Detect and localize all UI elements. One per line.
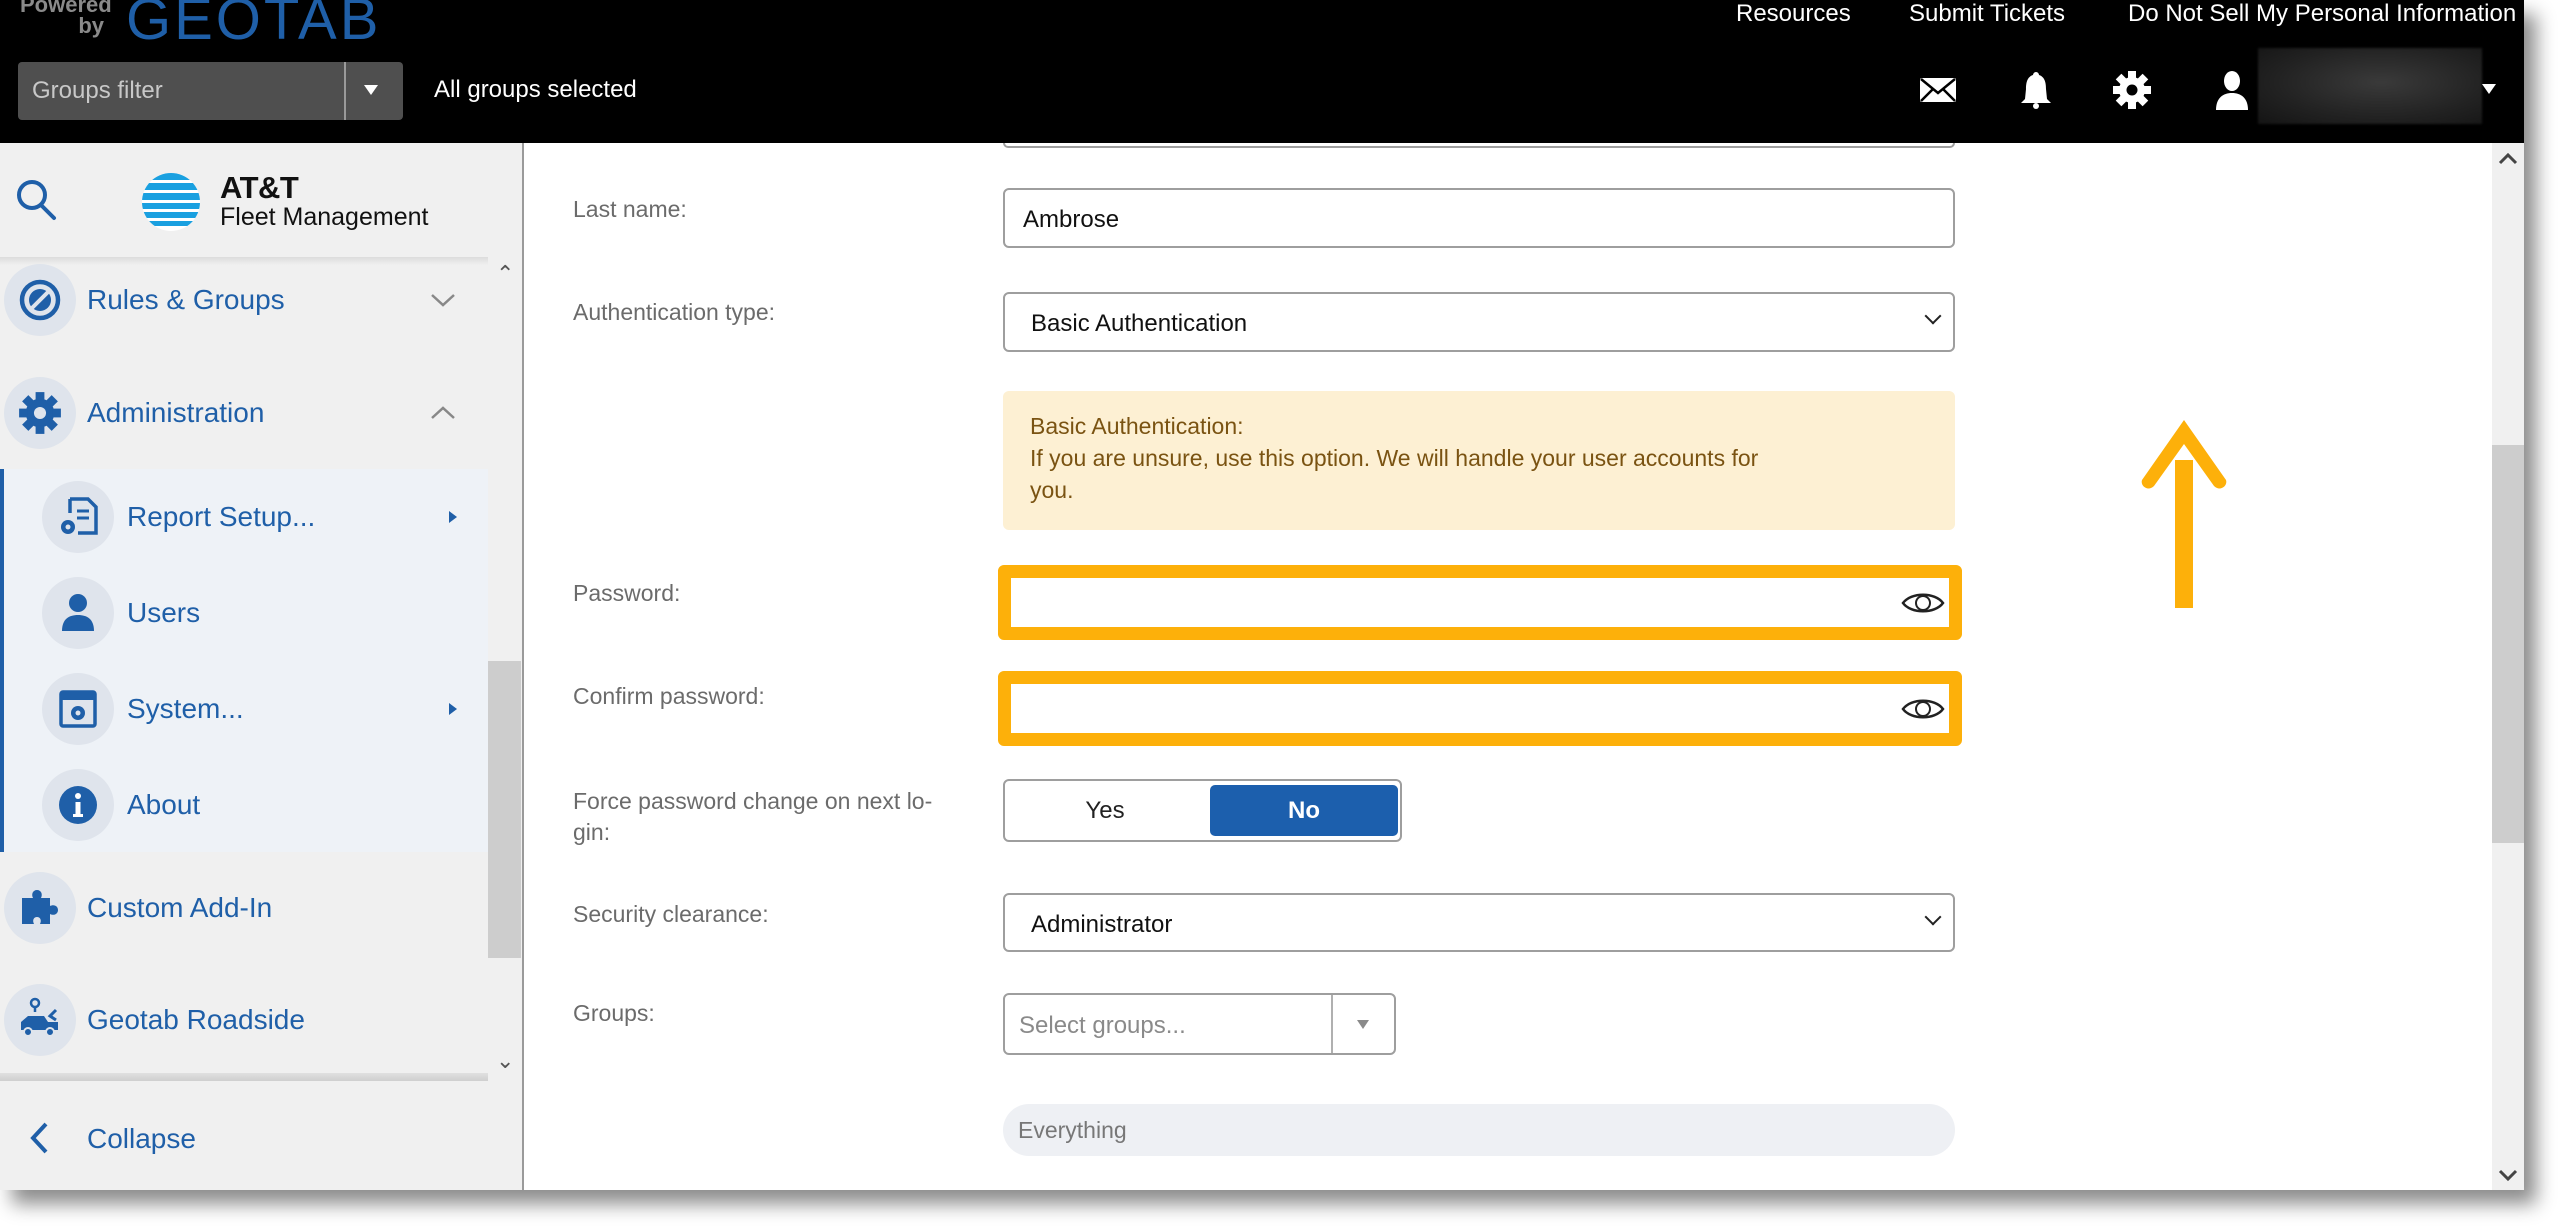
att-globe-logo xyxy=(142,173,200,231)
scroll-down-icon[interactable]: ⌄ xyxy=(496,1048,514,1074)
sidebar-item-label: Administration xyxy=(87,397,265,428)
groups-select-placeholder[interactable]: Select groups... xyxy=(1019,1012,1186,1040)
auth-type-value: Basic Authentication xyxy=(1031,310,1248,337)
user-icon[interactable] xyxy=(2212,70,2252,110)
geotab-logo: GEOTAB xyxy=(126,0,382,52)
sidebar-item-label: Rules & Groups xyxy=(87,284,285,315)
previous-field-edge[interactable] xyxy=(1003,143,1955,148)
submenu-arrow-icon xyxy=(449,703,457,715)
info-text-line2: you. xyxy=(1030,477,1074,503)
sidebar-item-rules-groups[interactable]: Rules & Groups xyxy=(0,260,488,340)
info-title: Basic Authentication: xyxy=(1030,413,1244,439)
group-chip-label: Everything xyxy=(1018,1117,1127,1143)
groups-filter[interactable]: Groups filter xyxy=(18,62,403,120)
rules-icon xyxy=(19,279,61,321)
scroll-up-icon[interactable]: ⌃ xyxy=(496,261,514,287)
system-icon xyxy=(59,690,97,728)
powered-by-text: Powered by xyxy=(20,0,112,38)
puzzle-icon xyxy=(22,890,58,924)
main-scrollbar-thumb[interactable] xyxy=(2492,445,2524,843)
sidebar-divider xyxy=(0,1073,488,1081)
password-input[interactable] xyxy=(998,565,1962,640)
groups-status-text: All groups selected xyxy=(434,76,637,103)
top-bar: Powered by GEOTAB Groups filter All grou… xyxy=(0,0,2524,143)
sidebar-item-label: System... xyxy=(127,693,244,724)
mail-icon[interactable] xyxy=(1918,70,1958,110)
chevron-up-icon xyxy=(431,406,455,419)
last-name-input[interactable]: Ambrose xyxy=(1003,188,1955,248)
sidebar-item-label: Users xyxy=(127,597,201,628)
scroll-up-icon[interactable] xyxy=(2498,152,2518,166)
search-icon[interactable] xyxy=(14,177,60,223)
chevron-down-icon xyxy=(1924,307,1942,325)
auth-type-select[interactable]: Basic Authentication xyxy=(1003,292,1955,352)
confirm-password-label: Confirm password: xyxy=(573,683,765,709)
collapse-button[interactable]: Collapse xyxy=(0,1103,488,1173)
last-name-value: Ambrose xyxy=(1023,206,1120,233)
sidebar-item-label: Geotab Roadside xyxy=(87,1004,305,1035)
user-icon xyxy=(62,594,94,631)
groups-label: Groups: xyxy=(573,1000,655,1026)
confirm-password-input[interactable] xyxy=(998,671,1962,746)
sidebar-item-geotab-roadside[interactable]: Geotab Roadside xyxy=(0,980,488,1060)
gear-icon[interactable] xyxy=(2112,70,2152,110)
sidebar-item-report-setup[interactable]: Report Setup... xyxy=(0,477,488,557)
caret-down-icon[interactable] xyxy=(364,85,378,95)
groups-filter-divider xyxy=(344,62,346,120)
sidebar: AT&T Fleet Management ⌃ ⌄ Rules & Groups xyxy=(0,143,524,1190)
sidebar-item-label: Report Setup... xyxy=(127,501,316,532)
auth-type-label: Authentication type: xyxy=(573,299,776,325)
caret-down-icon[interactable] xyxy=(2482,84,2496,94)
tow-truck-icon xyxy=(21,997,58,1037)
eye-icon[interactable] xyxy=(1901,696,1945,722)
groups-select-divider xyxy=(1331,995,1333,1053)
groups-filter-input[interactable]: Groups filter xyxy=(32,77,163,105)
submit-tickets-link[interactable]: Submit Tickets xyxy=(1909,0,2065,28)
app-window: Powered by GEOTAB Groups filter All grou… xyxy=(0,0,2524,1190)
last-name-label: Last name: xyxy=(573,196,687,222)
bell-icon[interactable] xyxy=(2016,70,2056,110)
report-setup-icon xyxy=(61,497,98,535)
auth-info-box: Basic Authentication: If you are unsure,… xyxy=(1003,391,1955,530)
collapse-label: Collapse xyxy=(87,1123,196,1154)
security-clearance-value: Administrator xyxy=(1031,911,1173,938)
att-logo-title: AT&T xyxy=(220,170,299,205)
arrow-up-icon xyxy=(2141,420,2227,608)
sidebar-item-about[interactable]: About xyxy=(0,765,488,845)
security-clearance-label: Security clearance: xyxy=(573,901,769,927)
sidebar-item-custom-add-in[interactable]: Custom Add-In xyxy=(0,868,488,948)
gear-icon xyxy=(19,392,61,434)
chevron-down-icon xyxy=(1924,908,1942,926)
security-clearance-select[interactable]: Administrator xyxy=(1003,893,1955,952)
do-not-sell-link[interactable]: Do Not Sell My Personal Information xyxy=(2128,0,2516,28)
toggle-yes-option[interactable]: Yes xyxy=(1005,781,1205,840)
force-change-label-line2: gin: xyxy=(573,819,611,845)
sidebar-item-administration[interactable]: Administration xyxy=(0,373,488,453)
sidebar-item-users[interactable]: Users xyxy=(0,573,488,653)
sidebar-item-label: Custom Add-In xyxy=(87,892,273,923)
force-password-change-toggle[interactable]: Yes No xyxy=(1003,779,1402,842)
groups-select[interactable]: Select groups... xyxy=(1003,993,1396,1055)
sidebar-item-label: About xyxy=(127,789,201,820)
toggle-no-option[interactable]: No xyxy=(1210,785,1398,836)
info-text-line1: If you are unsure, use this option. We w… xyxy=(1030,445,1759,471)
eye-icon[interactable] xyxy=(1901,590,1945,616)
chevron-left-icon xyxy=(30,1122,48,1154)
chevron-down-icon xyxy=(431,294,455,307)
user-name-redacted[interactable] xyxy=(2258,48,2482,124)
force-change-label-line1: Force password change on next lo- xyxy=(573,788,933,814)
att-logo-subtitle: Fleet Management xyxy=(220,203,429,231)
caret-down-icon[interactable] xyxy=(1357,1020,1369,1029)
submenu-arrow-icon xyxy=(449,511,457,523)
sidebar-item-system[interactable]: System... xyxy=(0,669,488,749)
info-icon xyxy=(59,786,97,824)
password-label: Password: xyxy=(573,580,681,606)
scroll-down-icon[interactable] xyxy=(2498,1168,2518,1182)
group-chip-everything[interactable]: Everything xyxy=(1003,1104,1955,1156)
sidebar-scrollbar-thumb[interactable] xyxy=(488,661,521,958)
resources-link[interactable]: Resources xyxy=(1736,0,1851,28)
